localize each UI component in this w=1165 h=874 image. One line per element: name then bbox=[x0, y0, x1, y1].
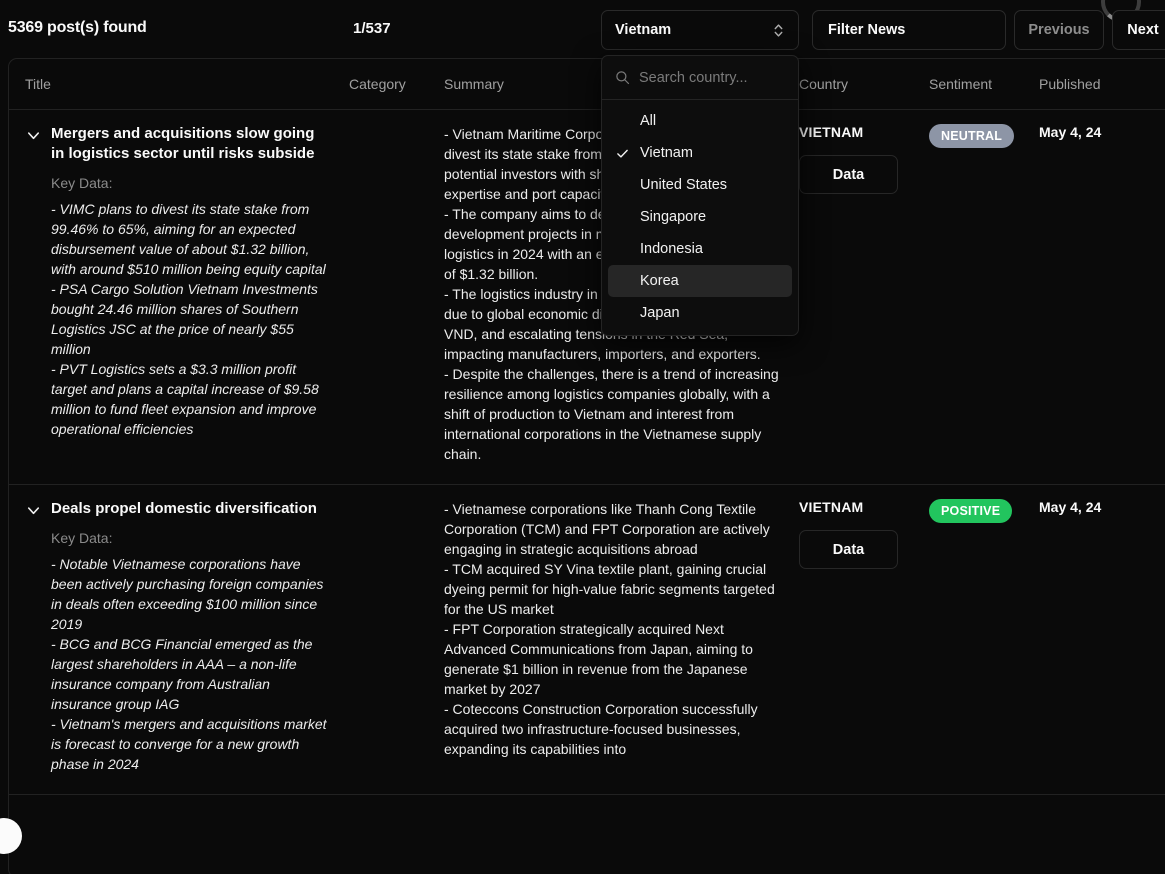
column-header-title: Title bbox=[25, 76, 51, 92]
toolbar: 5369 post(s) found 1/537 Vietnam Filter … bbox=[0, 0, 1165, 60]
search-icon bbox=[616, 71, 630, 85]
column-header-country: Country bbox=[799, 76, 849, 92]
chevron-up-down-icon bbox=[774, 23, 783, 37]
title-toggle[interactable]: Mergers and acquisitions slow going in l… bbox=[25, 124, 329, 165]
posts-found-count: 5369 post(s) found bbox=[8, 19, 147, 36]
country-option-singapore[interactable]: Singapore bbox=[608, 201, 792, 233]
column-header-sentiment: Sentiment bbox=[929, 76, 993, 92]
country-option-korea[interactable]: Korea bbox=[608, 265, 792, 297]
country-option-label: Singapore bbox=[640, 209, 707, 225]
cell-published: May 4, 24 bbox=[1029, 485, 1165, 793]
status-badge: NEUTRAL bbox=[929, 124, 1015, 148]
key-data-text: - VIMC plans to divest its state stake f… bbox=[51, 200, 326, 437]
key-data-label: Key Data: bbox=[51, 174, 113, 191]
country-name: VIETNAM bbox=[799, 499, 864, 516]
news-table-page: 5369 post(s) found 1/537 Vietnam Filter … bbox=[0, 0, 1165, 874]
row-title: Deals propel domestic diversification bbox=[51, 500, 317, 518]
next-page-button[interactable]: Next bbox=[1112, 10, 1165, 50]
country-option-label: Japan bbox=[640, 305, 680, 321]
country-option-indonesia[interactable]: Indonesia bbox=[608, 233, 792, 265]
previous-page-button[interactable]: Previous bbox=[1014, 10, 1104, 50]
published-date: May 4, 24 bbox=[1039, 499, 1102, 516]
row-title: Mergers and acquisitions slow going in l… bbox=[51, 125, 315, 163]
table-row: Deals propel domestic diversification Ke… bbox=[9, 485, 1165, 795]
cell-sentiment: POSITIVE bbox=[919, 485, 1029, 793]
country-option-label: Indonesia bbox=[640, 241, 703, 257]
cell-country: VIETNAM Data bbox=[789, 110, 919, 484]
country-option-all[interactable]: All bbox=[608, 105, 792, 137]
country-option-label: Korea bbox=[640, 273, 679, 289]
table-header-row: Title Category Summary Country Sentiment… bbox=[9, 59, 1165, 110]
country-search-row bbox=[602, 56, 798, 100]
filter-news-button[interactable]: Filter News bbox=[812, 10, 1006, 50]
country-option-united-states[interactable]: United States bbox=[608, 169, 792, 201]
search-country-input[interactable] bbox=[639, 69, 785, 86]
country-dropdown-popover: All Vietnam United States Singapore Indonesi… bbox=[601, 55, 799, 336]
check-icon bbox=[616, 147, 631, 160]
cell-summary: - Vietnamese corporations like Thanh Con… bbox=[434, 485, 789, 793]
news-table: Title Category Summary Country Sentiment… bbox=[8, 58, 1165, 874]
country-option-label: United States bbox=[640, 177, 728, 193]
country-option-japan[interactable]: Japan bbox=[608, 297, 792, 329]
country-name: VIETNAM bbox=[799, 124, 864, 140]
cell-title: Deals propel domestic diversification Ke… bbox=[9, 485, 339, 793]
column-header-category: Category bbox=[349, 76, 406, 92]
column-header-published: Published bbox=[1039, 76, 1101, 92]
page-indicator: 1/537 bbox=[353, 20, 391, 37]
data-button[interactable]: Data bbox=[799, 530, 898, 570]
cell-country: VIETNAM Data bbox=[789, 485, 919, 793]
cell-published: May 4, 24 bbox=[1029, 110, 1165, 484]
key-data-label: Key Data: bbox=[51, 529, 113, 546]
country-options-list: All Vietnam United States Singapore Indonesi… bbox=[602, 100, 798, 335]
country-option-vietnam[interactable]: Vietnam bbox=[608, 137, 792, 169]
data-button[interactable]: Data bbox=[799, 155, 898, 194]
country-option-label: All bbox=[640, 113, 657, 129]
country-select-trigger[interactable]: Vietnam bbox=[601, 10, 799, 50]
chevron-down-icon bbox=[27, 132, 40, 140]
published-date: May 4, 24 bbox=[1039, 124, 1102, 140]
cell-category bbox=[339, 485, 434, 793]
key-data-text: - Notable Vietnamese corporations have b… bbox=[51, 555, 327, 772]
cell-sentiment: NEUTRAL bbox=[919, 110, 1029, 484]
country-select-value: Vietnam bbox=[615, 22, 672, 38]
country-option-label: Vietnam bbox=[640, 145, 693, 161]
cell-title: Mergers and acquisitions slow going in l… bbox=[9, 110, 339, 484]
chevron-down-icon bbox=[27, 507, 40, 515]
title-toggle[interactable]: Deals propel domestic diversification bbox=[25, 499, 329, 519]
status-badge: POSITIVE bbox=[929, 499, 1013, 524]
table-row: Mergers and acquisitions slow going in l… bbox=[9, 110, 1165, 486]
summary-text: - Vietnamese corporations like Thanh Con… bbox=[444, 501, 775, 758]
cell-category bbox=[339, 110, 434, 484]
